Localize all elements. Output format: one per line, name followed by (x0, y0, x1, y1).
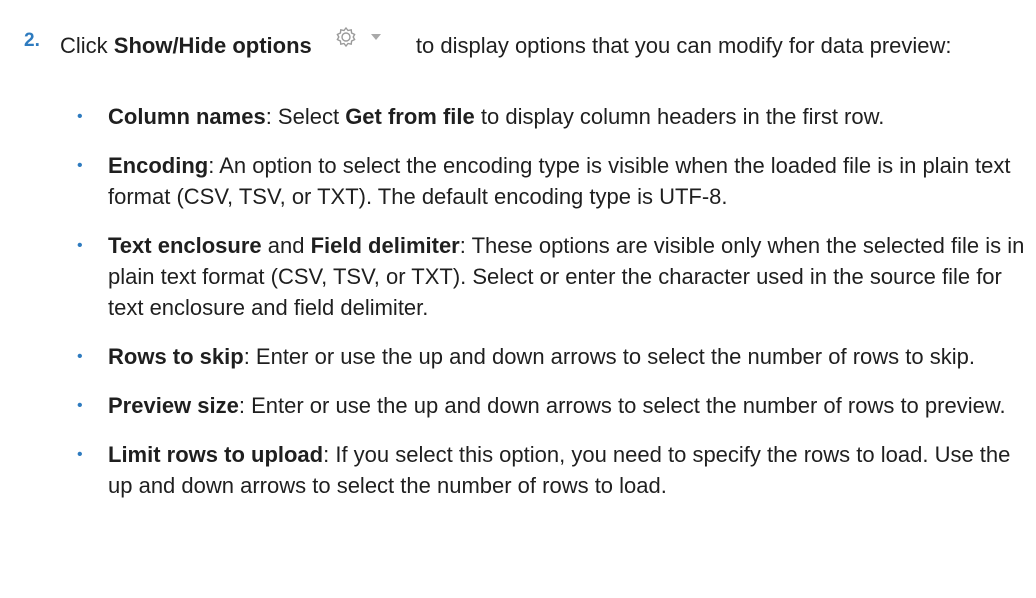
option-term: Column names (108, 104, 266, 129)
bullet-icon: • (77, 397, 83, 414)
chevron-down-icon (370, 34, 381, 40)
option-text: and (261, 233, 311, 258)
option-text-secondary: to display column headers in the first r… (474, 104, 885, 129)
bullet-icon: • (77, 446, 83, 463)
step-intro: Click Show/Hide options to display optio… (60, 25, 1020, 61)
option-text: : Enter or use the up and down arrows to… (243, 344, 975, 369)
option-term-secondary: Field delimiter (310, 233, 460, 258)
bullet-icon: • (77, 157, 83, 174)
list-item-text-enclosure: • Text enclosure and Field delimiter: Th… (0, 230, 1036, 323)
step-intro-text-before: Click (60, 33, 114, 58)
bullet-icon: • (77, 108, 83, 125)
list-item-limit-rows: • Limit rows to upload: If you select th… (0, 439, 1036, 501)
option-term: Rows to skip (108, 344, 244, 369)
option-term: Encoding (108, 153, 209, 178)
option-term: Text enclosure (108, 233, 262, 258)
step-number: 2. (24, 30, 40, 51)
gear-icon (336, 26, 356, 48)
option-text: : Enter or use the up and down arrows to… (238, 393, 1006, 418)
gear-dropdown-icon (320, 25, 400, 59)
option-term: Preview size (108, 393, 239, 418)
bullet-icon: • (77, 237, 83, 254)
step-intro-text-after: to display options that you can modify f… (409, 33, 952, 58)
list-item-rows-to-skip: • Rows to skip: Enter or use the up and … (0, 341, 1036, 372)
show-hide-options-label: Show/Hide options (113, 33, 312, 58)
option-text: : Select (265, 104, 346, 129)
list-item-encoding: • Encoding: An option to select the enco… (0, 150, 1036, 212)
option-term-secondary: Get from file (345, 104, 475, 129)
bullet-icon: • (77, 348, 83, 365)
option-text: : An option to select the encoding type … (108, 153, 1011, 209)
option-term: Limit rows to upload (108, 442, 324, 467)
list-item-column-names: • Column names: Select Get from file to … (0, 101, 1036, 132)
options-list: • Column names: Select Get from file to … (0, 101, 1036, 519)
list-item-preview-size: • Preview size: Enter or use the up and … (0, 390, 1036, 421)
